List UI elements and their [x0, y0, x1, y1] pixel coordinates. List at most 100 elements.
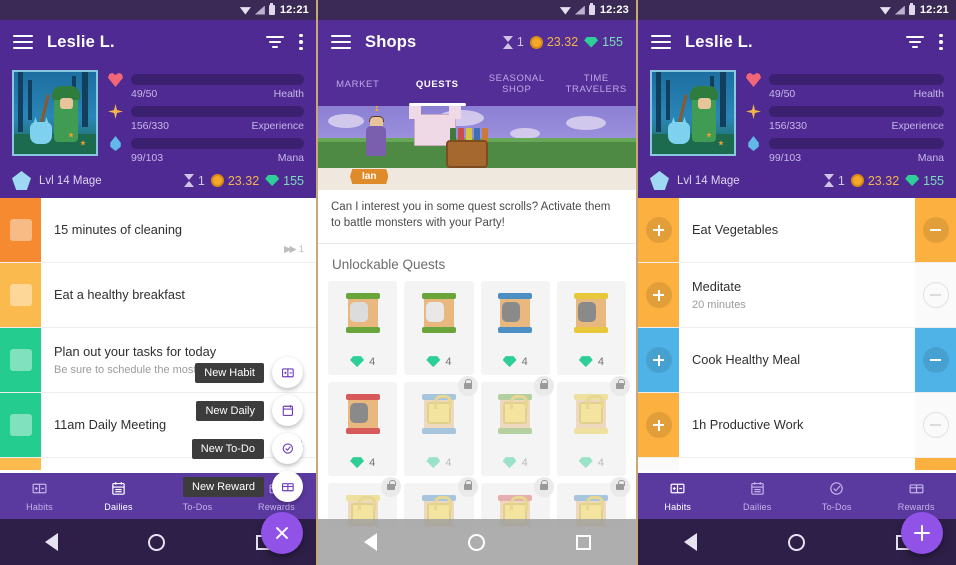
speed-dial-item[interactable]: New To-Do: [183, 433, 303, 464]
shopkeeper-name: Ian: [350, 169, 389, 184]
mana-stat: 99/103 Mana: [108, 136, 304, 165]
habits-task-list[interactable]: Eat Vegetables Meditate 20 minutes Cook Hea…: [638, 198, 956, 470]
nav-item-dailies[interactable]: Dailies: [718, 473, 798, 519]
hourglass-value: 1: [516, 35, 524, 49]
nav-item-dailies[interactable]: Dailies: [79, 473, 158, 519]
nav-label: Rewards: [897, 502, 935, 512]
habit-minus-cell[interactable]: [915, 263, 956, 327]
back-icon[interactable]: [363, 533, 377, 551]
bottom-navigation[interactable]: Habits Dailies To-Dos Rewards: [638, 473, 956, 519]
habit-plus-button[interactable]: [645, 347, 672, 373]
overflow-menu-icon[interactable]: [299, 33, 303, 51]
streak-count: 1: [298, 244, 304, 255]
speed-dial-item[interactable]: New Habit: [183, 357, 303, 388]
task-title: Eat a healthy breakfast: [54, 286, 185, 302]
habit-row[interactable]: Cook Healthy Meal: [638, 328, 956, 393]
home-icon[interactable]: [787, 533, 805, 551]
droplet-icon: [110, 136, 121, 151]
habit-plus-button[interactable]: [645, 217, 672, 243]
task-row[interactable]: Eat a healthy breakfast: [0, 263, 316, 328]
habit-minus-button[interactable]: [922, 347, 949, 373]
habit-plus-cell[interactable]: [638, 198, 679, 262]
level-label: Lvl 14 Mage: [39, 174, 102, 187]
tab-seasonal-shop[interactable]: SEASONAL SHOP: [477, 64, 557, 106]
close-speed-dial-fab[interactable]: [261, 512, 303, 554]
quest-card[interactable]: 4: [556, 375, 630, 476]
task-checkbox[interactable]: [0, 198, 41, 262]
task-checkbox[interactable]: [0, 458, 41, 470]
habit-row[interactable]: 1h Productive Work: [638, 393, 956, 458]
speed-dial-item[interactable]: New Daily: [183, 395, 303, 426]
habit-minus-cell[interactable]: [915, 328, 956, 392]
quest-card[interactable]: 4: [404, 280, 474, 375]
experience-value: 156/330: [131, 120, 169, 132]
menu-icon[interactable]: [651, 35, 671, 49]
habit-content: Meditate 20 minutes: [679, 263, 915, 327]
filter-icon[interactable]: [906, 36, 924, 48]
tab-market[interactable]: MARKET: [318, 64, 398, 106]
quest-cost-value: 4: [521, 456, 528, 469]
menu-icon[interactable]: [331, 35, 351, 49]
speed-dial-label: New Reward: [183, 476, 264, 497]
habit-minus-cell[interactable]: [915, 458, 956, 470]
new-daily-icon[interactable]: [272, 395, 303, 426]
task-checkbox[interactable]: [0, 263, 41, 327]
status-icons: [879, 3, 915, 15]
avatar[interactable]: [650, 70, 736, 156]
back-icon[interactable]: [45, 533, 59, 551]
new-reward-icon[interactable]: [272, 471, 303, 502]
nav-item-to-dos[interactable]: To-Dos: [797, 473, 877, 519]
home-icon[interactable]: [148, 533, 166, 551]
menu-icon[interactable]: [13, 35, 33, 49]
quest-card[interactable]: 4: [556, 280, 626, 375]
task-checkbox[interactable]: [0, 328, 41, 392]
quest-card[interactable]: 4: [328, 280, 398, 375]
home-icon[interactable]: [467, 533, 485, 551]
currency-row: 1 23.32 155: [502, 35, 623, 49]
speed-dial-item[interactable]: New Reward: [183, 471, 303, 502]
task-row[interactable]: 15 minutes of cleaning ▶▶ 1: [0, 198, 316, 263]
habit-plus-cell[interactable]: [638, 458, 679, 470]
quest-card[interactable]: 4: [404, 375, 478, 476]
avatar[interactable]: [12, 70, 98, 156]
quest-cost: 4: [350, 457, 375, 469]
habit-row[interactable]: Eat Junk FoodYes, soda counts.: [638, 458, 956, 470]
habits-icon: [668, 480, 687, 499]
gem-icon: [265, 175, 280, 186]
habit-minus-button[interactable]: [922, 412, 949, 438]
habit-row[interactable]: Meditate 20 minutes: [638, 263, 956, 328]
shop-tabs[interactable]: MARKET QUESTS SEASONAL SHOP TIME TRAVELERS: [318, 64, 636, 106]
speed-dial-menu[interactable]: New Habit New Daily New To-Do New Reward: [183, 357, 303, 502]
add-task-fab[interactable]: [901, 512, 943, 554]
quest-grid[interactable]: 444444444444: [328, 280, 630, 527]
new-habit-icon[interactable]: [272, 357, 303, 388]
habit-minus-button[interactable]: [922, 282, 949, 308]
quest-card[interactable]: 4: [328, 381, 398, 476]
hourglass-currency: 1: [183, 174, 205, 188]
gem-icon: [502, 457, 517, 469]
habit-row[interactable]: Eat Vegetables: [638, 198, 956, 263]
habit-minus-cell[interactable]: [915, 393, 956, 457]
gem-icon: [502, 356, 517, 368]
habit-plus-cell[interactable]: [638, 263, 679, 327]
tab-quests[interactable]: QUESTS: [398, 64, 478, 106]
overflow-menu-icon[interactable]: [939, 33, 943, 51]
habit-minus-button[interactable]: [922, 217, 949, 243]
nav-item-habits[interactable]: Habits: [0, 473, 79, 519]
back-icon[interactable]: [683, 533, 697, 551]
habit-plus-button[interactable]: [645, 412, 672, 438]
lock-icon: [457, 476, 478, 497]
currency-row: 1 23.32 155: [183, 174, 304, 188]
habit-plus-cell[interactable]: [638, 328, 679, 392]
habit-plus-cell[interactable]: [638, 393, 679, 457]
habit-plus-button[interactable]: [645, 282, 672, 308]
tab-time-travelers[interactable]: TIME TRAVELERS: [557, 64, 637, 106]
quest-card[interactable]: 4: [480, 280, 550, 375]
recents-icon[interactable]: [575, 534, 591, 550]
quest-card[interactable]: 4: [480, 375, 554, 476]
habit-minus-cell[interactable]: [915, 198, 956, 262]
nav-item-habits[interactable]: Habits: [638, 473, 718, 519]
new-todo-icon[interactable]: [272, 433, 303, 464]
filter-icon[interactable]: [266, 36, 284, 48]
task-checkbox[interactable]: [0, 393, 41, 457]
